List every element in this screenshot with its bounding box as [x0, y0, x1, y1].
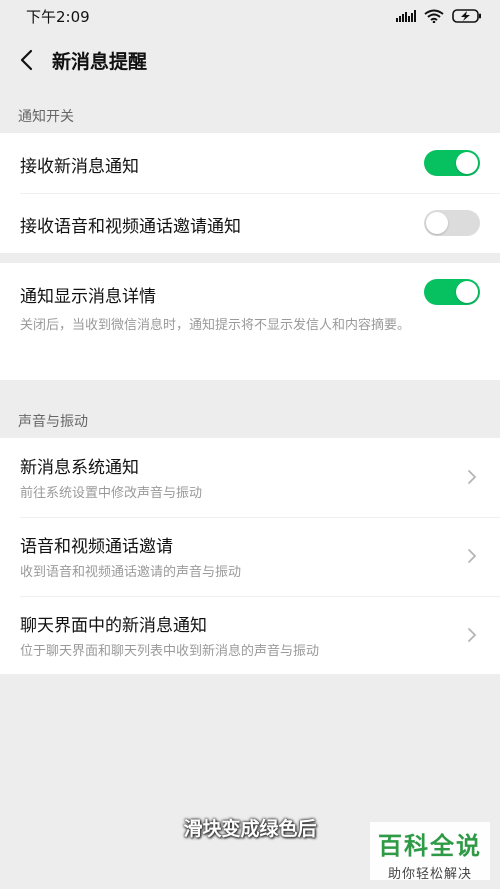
status-icons	[396, 9, 482, 23]
watermark-title: 百科全说	[378, 832, 482, 860]
chevron-right-icon	[468, 470, 477, 484]
chevron-right-icon	[468, 628, 477, 642]
row-subtitle: 位于聊天界面和聊天列表中收到新消息的声音与振动	[20, 644, 320, 659]
chevron-right-icon	[468, 549, 477, 563]
receive-new-message-row[interactable]: 接收新消息通知	[0, 133, 500, 193]
row-subtitle: 收到语音和视频通话邀请的声音与振动	[20, 565, 242, 580]
status-time: 下午2:09	[26, 7, 90, 26]
receive-call-invite-row[interactable]: 接收语音和视频通话邀请通知	[0, 193, 500, 253]
show-message-detail-description: 关闭后，当收到微信消息时，通知提示将不显示发信人和内容摘要。	[20, 318, 411, 333]
watermark-logo: 百科全说 助你轻松解决	[370, 822, 490, 882]
row-title: 新消息系统通知	[20, 458, 139, 478]
row-title: 语音和视频通话邀请	[20, 537, 173, 557]
page-title: 新消息提醒	[52, 50, 148, 73]
row-subtitle: 前往系统设置中修改声音与振动	[20, 486, 203, 501]
signal-icon	[396, 10, 416, 22]
toggle-knob	[456, 152, 478, 174]
call-invite-sound-row[interactable]: 语音和视频通话邀请 收到语音和视频通话邀请的声音与振动	[0, 517, 500, 596]
section-header-notify-switch: 通知开关	[18, 109, 74, 125]
show-message-detail-label: 通知显示消息详情	[20, 287, 156, 307]
status-bar: 下午2:09	[0, 0, 500, 32]
battery-charging-icon	[452, 9, 481, 23]
watermark-subtitle: 助你轻松解决	[387, 867, 472, 882]
back-arrow-icon	[20, 49, 33, 71]
back-button[interactable]	[14, 40, 40, 80]
receive-call-invite-label: 接收语音和视频通话邀请通知	[20, 217, 241, 237]
toggle-knob	[426, 212, 448, 234]
chat-new-message-row[interactable]: 聊天界面中的新消息通知 位于聊天界面和聊天列表中收到新消息的声音与振动	[0, 596, 500, 674]
notify-group: 接收新消息通知 接收语音和视频通话邀请通知	[0, 133, 500, 253]
show-message-detail-row[interactable]: 通知显示消息详情 关闭后，当收到微信消息时，通知提示将不显示发信人和内容摘要。	[0, 263, 500, 380]
section-header-sound-vibration: 声音与振动	[18, 414, 88, 430]
sound-group: 新消息系统通知 前往系统设置中修改声音与振动 语音和视频通话邀请 收到语音和视频…	[0, 438, 500, 674]
nav-bar: 新消息提醒	[0, 32, 500, 88]
row-title: 聊天界面中的新消息通知	[20, 616, 207, 636]
receive-call-invite-toggle[interactable]	[424, 210, 480, 236]
show-message-detail-toggle[interactable]	[424, 279, 480, 305]
receive-new-message-label: 接收新消息通知	[20, 157, 139, 177]
system-notification-row[interactable]: 新消息系统通知 前往系统设置中修改声音与振动	[0, 438, 500, 517]
receive-new-message-toggle[interactable]	[424, 150, 480, 176]
detail-group: 通知显示消息详情 关闭后，当收到微信消息时，通知提示将不显示发信人和内容摘要。	[0, 263, 500, 380]
wifi-icon	[424, 9, 444, 23]
toggle-knob	[456, 281, 478, 303]
